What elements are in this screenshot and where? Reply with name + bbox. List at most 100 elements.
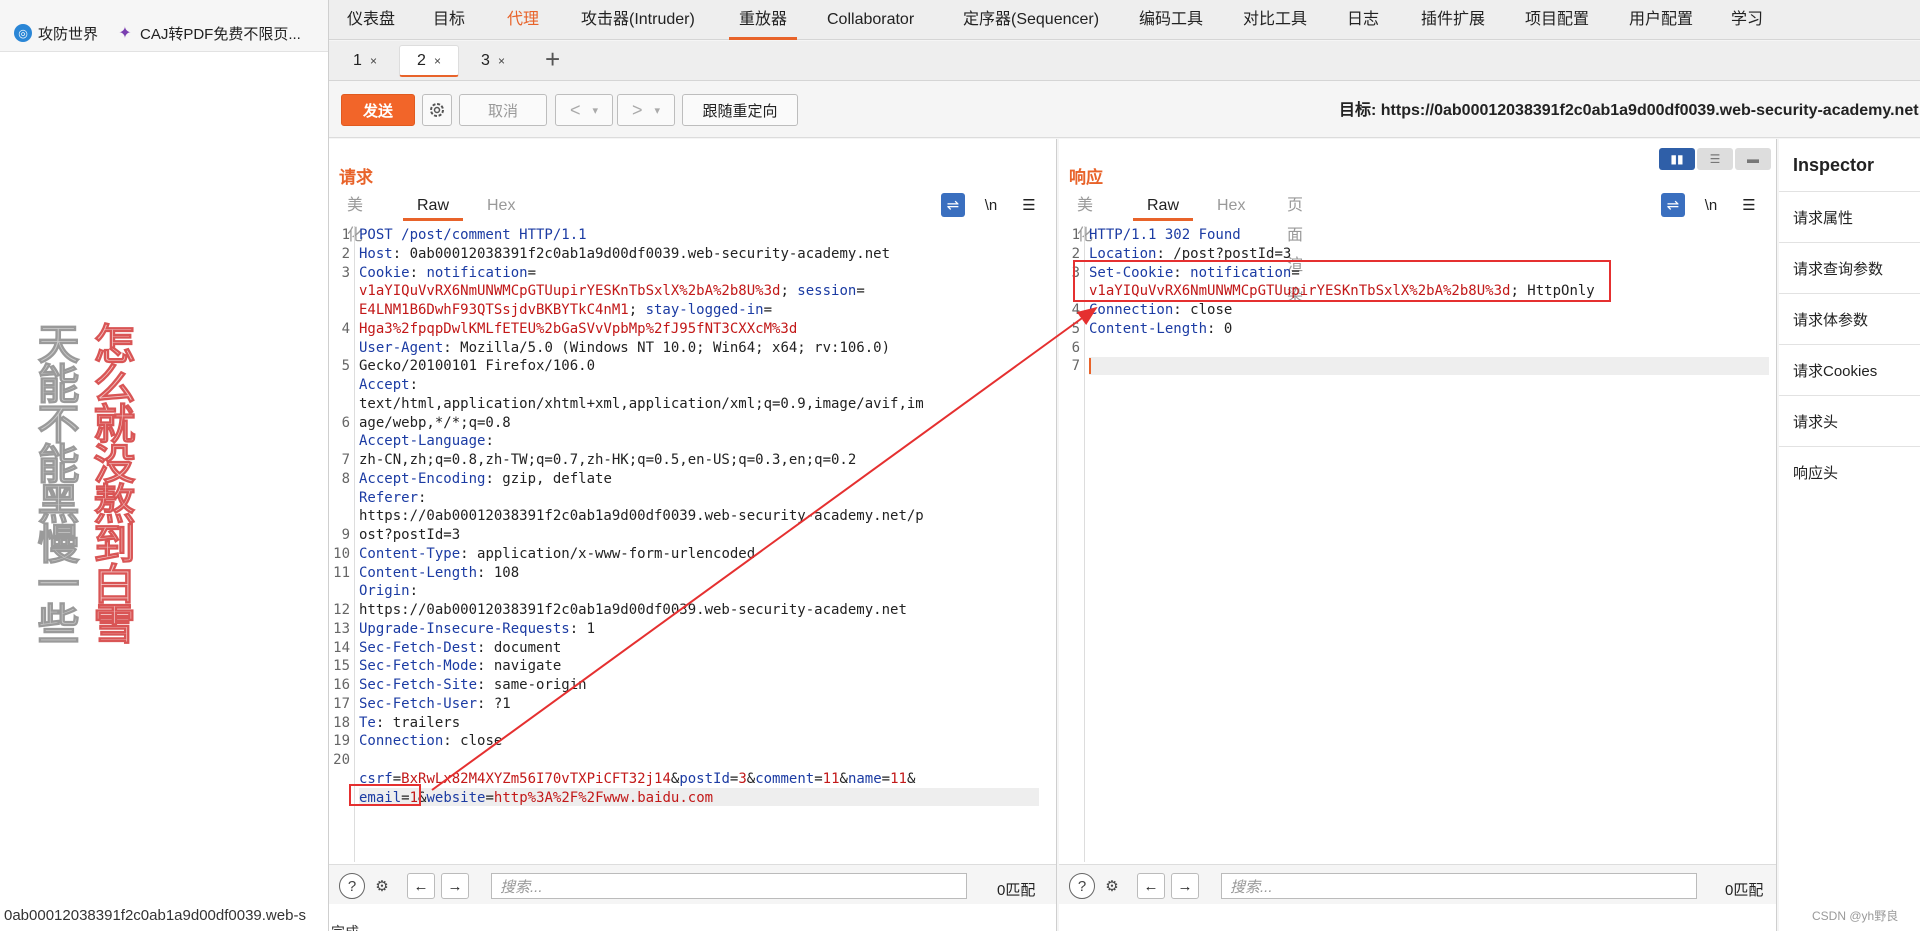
set-cookie-highlight-box xyxy=(1073,260,1611,302)
request-search-input[interactable]: 搜索... xyxy=(491,873,967,899)
line-number: 9 xyxy=(341,527,350,543)
history-forward-button[interactable]: > ▾ xyxy=(617,94,675,126)
line-number: 6 xyxy=(1071,339,1080,356)
response-search-input[interactable]: 搜索... xyxy=(1221,873,1697,899)
arrow-left-icon[interactable]: ← xyxy=(1137,873,1165,899)
response-search-bar: ? ⚙ ← → 搜索... 0匹配 xyxy=(1059,864,1776,904)
request-search-bar: ? ⚙ ← → 搜索... 0匹配 xyxy=(329,864,1056,904)
add-tab-icon[interactable]: + xyxy=(545,44,560,74)
menu-comparer[interactable]: 对比工具 xyxy=(1243,0,1307,40)
menu-learn[interactable]: 学习 xyxy=(1731,0,1763,40)
inspector-request-attributes[interactable]: 请求属性 xyxy=(1779,191,1920,242)
menu-icon[interactable]: ☰ xyxy=(1017,193,1041,217)
newline-icon[interactable]: \n xyxy=(979,193,1003,217)
line-number: 11 xyxy=(333,564,350,581)
tab-pretty[interactable]: 美化 xyxy=(347,191,363,244)
menu-target[interactable]: 目标 xyxy=(433,0,465,40)
history-back-button[interactable]: < ▾ xyxy=(555,94,613,126)
split-horizontal-icon[interactable]: ▮▮ xyxy=(1659,148,1695,170)
inspector-request-headers[interactable]: 请求头 xyxy=(1779,395,1920,446)
repeater-tabs: 1 × 2 × 3 × xyxy=(329,41,1920,81)
gear-icon[interactable]: ⚙ xyxy=(369,873,395,899)
request-editor[interactable]: 123 4 5 6 78 9 10 11 12 13 14 15 16 17 18 19 20 PO… xyxy=(329,226,1057,862)
line-number: 5 xyxy=(341,358,350,375)
line-number: 17 xyxy=(333,695,350,712)
line-number: 13 xyxy=(333,620,350,637)
feather-icon: ✦ xyxy=(118,25,132,42)
line-number: 5 xyxy=(1071,320,1080,337)
menu-icon[interactable]: ☰ xyxy=(1737,193,1761,217)
line-number xyxy=(329,432,350,451)
target-url[interactable]: 目标: https://0ab00012038391f2c0ab1a9d00df… xyxy=(1339,96,1919,120)
dropdown-arrow-icon[interactable]: ▾ xyxy=(592,104,598,117)
inspector-query-params[interactable]: 请求查询参数 xyxy=(1779,242,1920,293)
tab-1[interactable]: 1 × xyxy=(335,45,395,77)
inspector-body-params[interactable]: 请求体参数 xyxy=(1779,293,1920,344)
line-number xyxy=(329,339,350,358)
bookmark-gongfang[interactable]: ◎ 攻防世界 xyxy=(14,22,98,44)
request-title: 请求 xyxy=(339,168,373,187)
help-icon[interactable]: ? xyxy=(1069,873,1095,899)
tab-raw[interactable]: Raw xyxy=(402,191,464,221)
menu-dashboard[interactable]: 仪表盘 xyxy=(347,0,395,40)
tab-pretty[interactable]: 美化 xyxy=(1077,191,1093,244)
inspector-response-headers[interactable]: 响应头 xyxy=(1779,446,1920,497)
follow-redirect-button[interactable]: 跟随重定向 xyxy=(682,94,798,126)
menu-logger[interactable]: 日志 xyxy=(1347,0,1379,40)
inspector-request-cookies[interactable]: 请求Cookies xyxy=(1779,344,1920,395)
settings-button[interactable] xyxy=(422,94,452,126)
line-number: 20 xyxy=(333,752,350,768)
newline-icon[interactable]: \n xyxy=(1699,193,1723,217)
arrow-left-icon[interactable]: ← xyxy=(407,873,435,899)
send-button[interactable]: 发送 xyxy=(341,94,415,126)
line-number: 14 xyxy=(333,639,350,656)
line-number xyxy=(329,282,350,301)
arrow-right-icon[interactable]: → xyxy=(1171,873,1199,899)
wrap-icon[interactable]: ⇌ xyxy=(1661,193,1685,217)
line-number: 6 xyxy=(341,414,350,431)
close-icon[interactable]: × xyxy=(370,54,377,68)
match-count: 0匹配 xyxy=(997,882,1036,899)
help-icon[interactable]: ? xyxy=(339,873,365,899)
menu-intruder[interactable]: 攻击器(Intruder) xyxy=(581,0,695,40)
poem-right-text: 怎么就没熬到白雪 xyxy=(87,322,137,643)
request-panel: 请求 美化 Raw Hex ⇌ \n ☰ 123 4 5 6 78 9 10 11 … xyxy=(329,139,1057,931)
cancel-button[interactable]: 取消 xyxy=(459,94,547,126)
bookmarks-bar: ◎ 攻防世界 ✦ CAJ转PDF免费不限页... xyxy=(0,0,328,52)
tab-2[interactable]: 2 × xyxy=(399,45,459,77)
tab-hex[interactable]: Hex xyxy=(487,191,515,221)
menu-project-options[interactable]: 项目配置 xyxy=(1525,0,1589,40)
email-highlight-box xyxy=(349,784,421,806)
tab-3[interactable]: 3 × xyxy=(463,45,523,77)
split-vertical-icon[interactable]: ☰ xyxy=(1697,148,1733,170)
menu-decoder[interactable]: 编码工具 xyxy=(1139,0,1203,40)
menu-repeater[interactable]: 重放器 xyxy=(728,0,798,40)
layout-toggle: ▮▮ ☰ ▬ xyxy=(1659,148,1771,170)
response-editor[interactable]: 123 4567 HTTP/1.1 302 Found Location: /p… xyxy=(1059,226,1777,862)
single-pane-icon[interactable]: ▬ xyxy=(1735,148,1771,170)
menu-collaborator[interactable]: Collaborator xyxy=(827,0,914,40)
dropdown-arrow-icon[interactable]: ▾ xyxy=(654,104,660,117)
menu-extensions[interactable]: 插件扩展 xyxy=(1421,0,1485,40)
browser-background: ◎ 攻防世界 ✦ CAJ转PDF免费不限页... 天能不能黑慢一些 怎么就没熬到… xyxy=(0,0,328,931)
wrap-icon[interactable]: ⇌ xyxy=(941,193,965,217)
bookmark-caj[interactable]: ✦ CAJ转PDF免费不限页... xyxy=(116,22,301,44)
arrow-right-icon[interactable]: → xyxy=(441,873,469,899)
tab-render[interactable]: 页面渲染 xyxy=(1287,191,1303,304)
line-number xyxy=(329,770,350,789)
poem-left-text: 天能不能黑慢一些 xyxy=(31,322,81,643)
line-number: 18 xyxy=(333,714,350,731)
close-icon[interactable]: × xyxy=(498,54,505,68)
menu-user-options[interactable]: 用户配置 xyxy=(1629,0,1693,40)
tab-raw[interactable]: Raw xyxy=(1132,191,1194,221)
status-bar-text: 完成 xyxy=(331,922,359,931)
line-number: 8 xyxy=(341,470,350,487)
menu-proxy[interactable]: 代理 xyxy=(507,0,539,40)
bookmark-label: 攻防世界 xyxy=(38,25,99,43)
menu-sequencer[interactable]: 定序器(Sequencer) xyxy=(963,0,1099,40)
line-number xyxy=(329,582,350,601)
gear-icon[interactable]: ⚙ xyxy=(1099,873,1125,899)
close-icon[interactable]: × xyxy=(434,54,441,68)
tab-hex[interactable]: Hex xyxy=(1217,191,1245,221)
line-number: 7 xyxy=(1071,358,1080,375)
